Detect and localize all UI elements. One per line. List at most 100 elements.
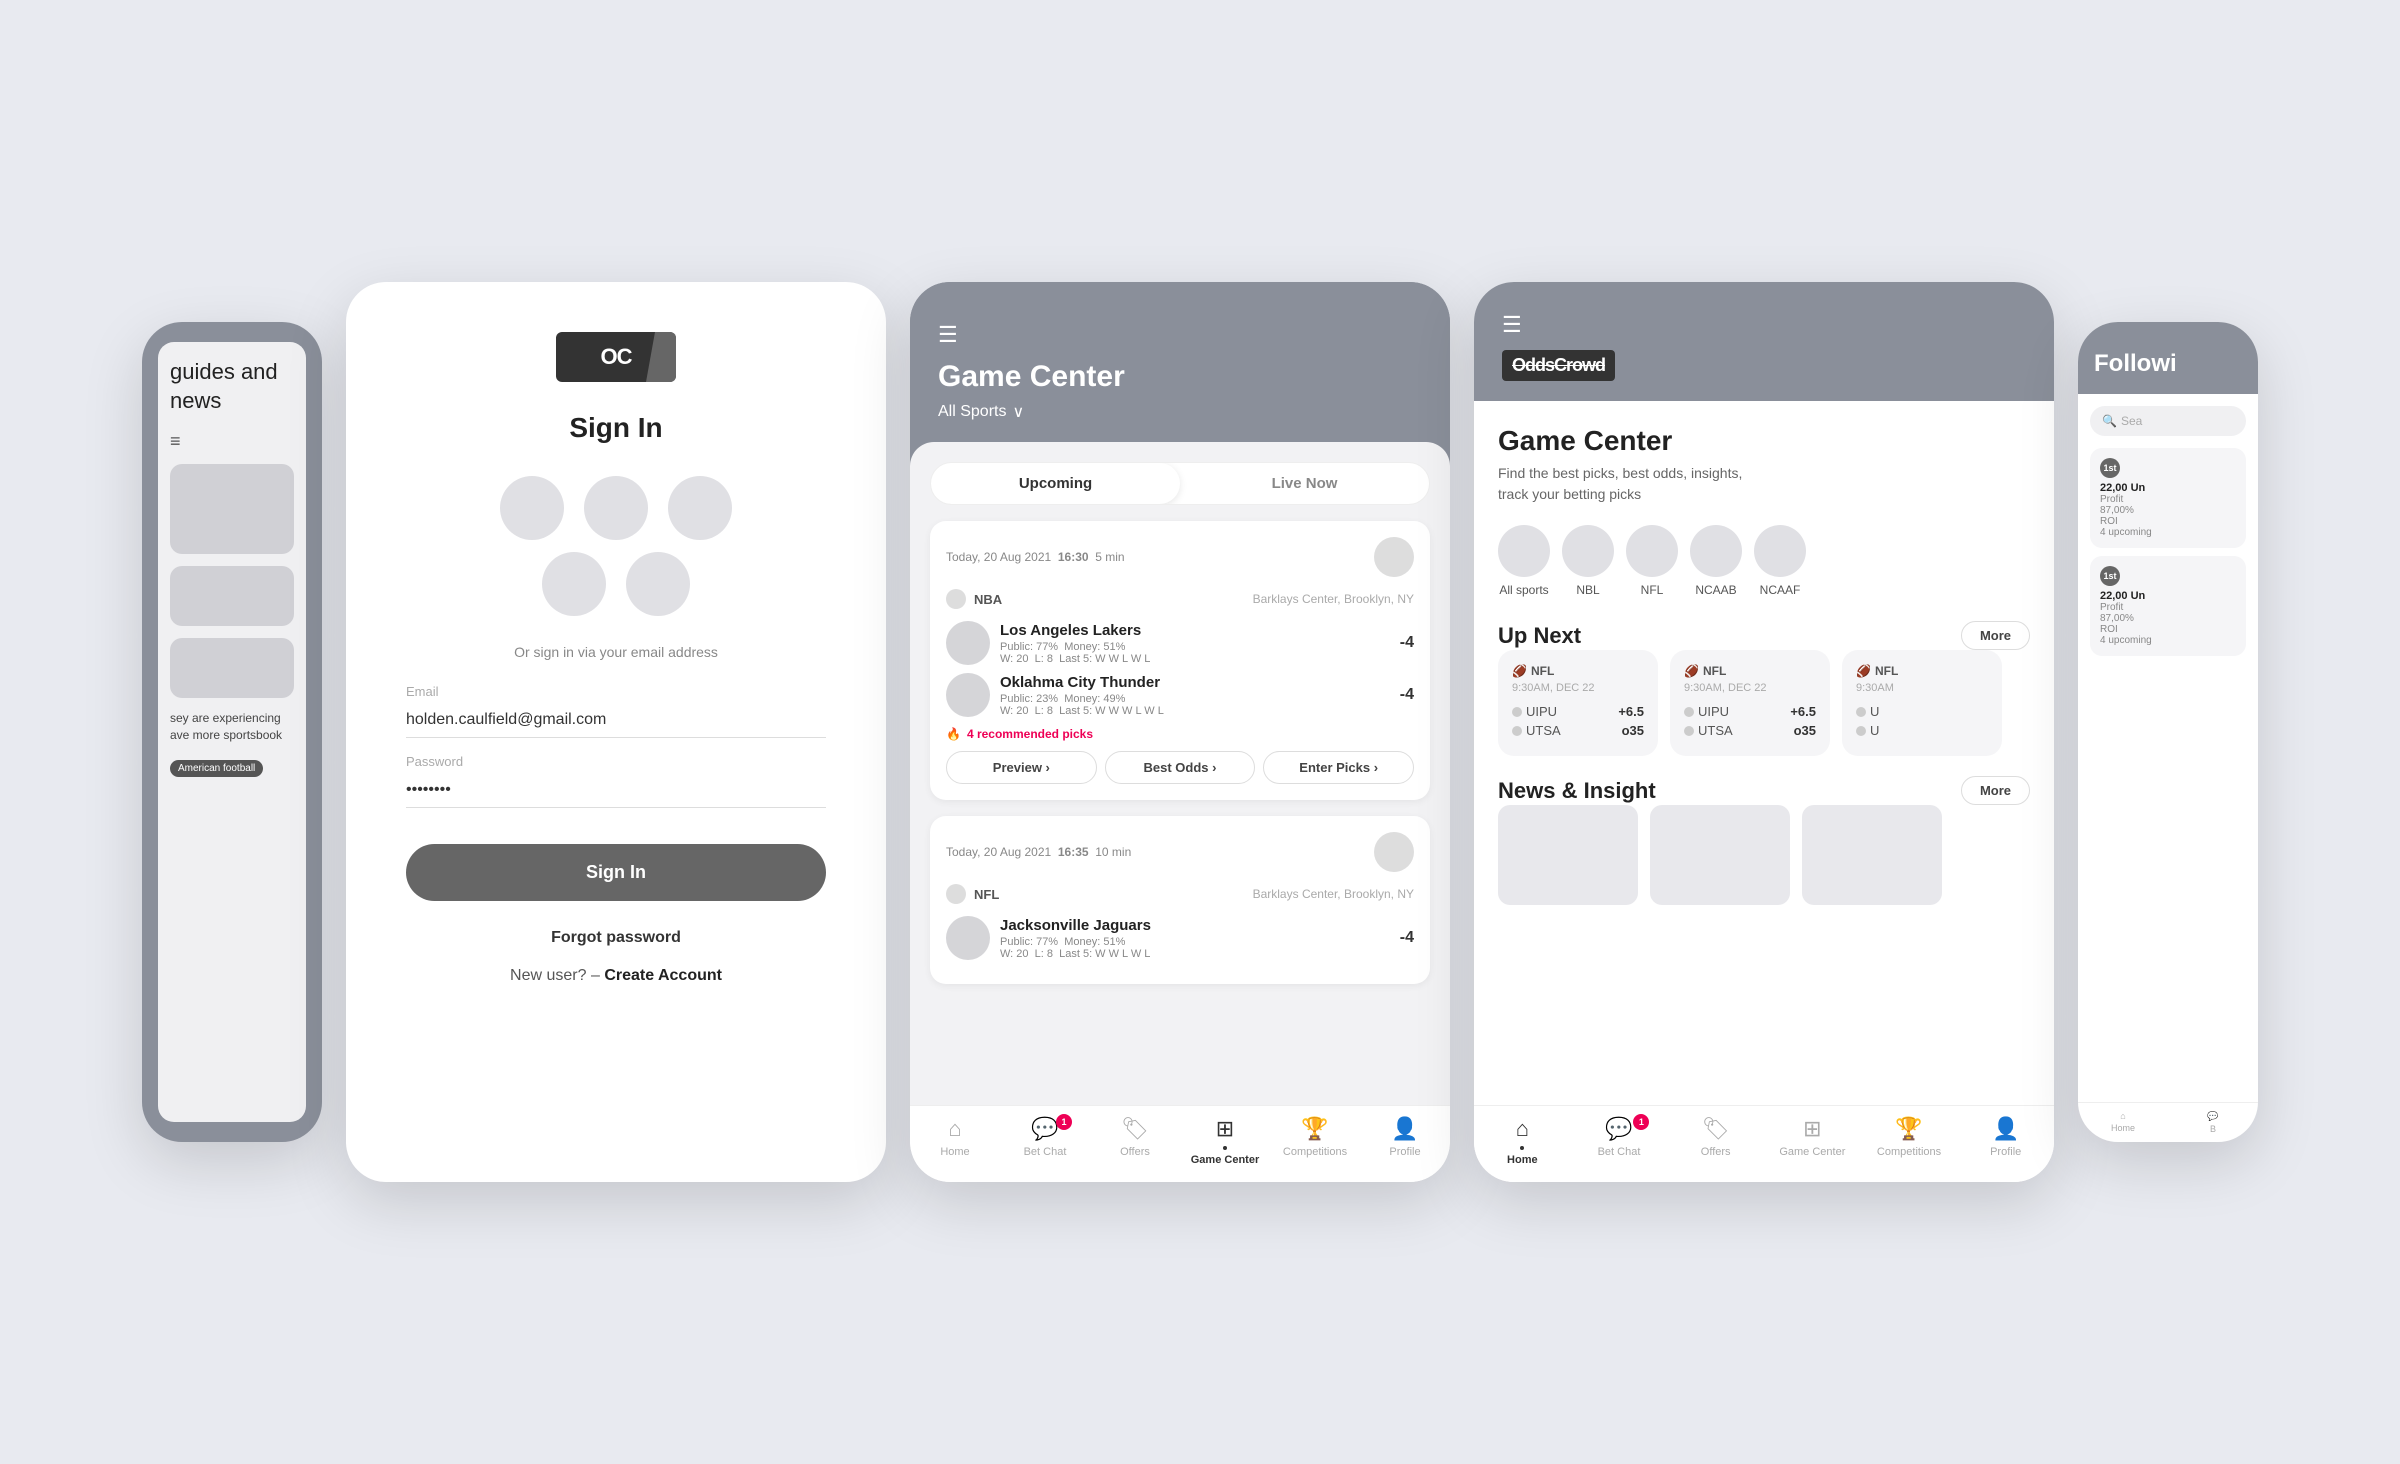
following-body: 🔍 Sea 1st 22,00 Un Profit 87,00% ROI 4 u… (2078, 394, 2258, 1102)
social-icon-2[interactable] (584, 476, 648, 540)
home-icon: ⌂ (948, 1116, 961, 1142)
fbn-bet-chat[interactable]: 💬 B (2168, 1111, 2258, 1134)
tab-live-now[interactable]: Live Now (1180, 463, 1429, 504)
fbn-home-label: Home (2111, 1123, 2135, 1133)
fc-profit-2: Profit (2100, 602, 2236, 613)
create-account-link[interactable]: Create Account (604, 967, 722, 984)
preview-btn[interactable]: Preview › (946, 751, 1097, 784)
gc-title: Game Center (938, 360, 1422, 394)
sport-ncaab[interactable]: NCAAB (1690, 525, 1742, 597)
team-3-info: Jacksonville Jaguars Public: 77% Money: … (1000, 917, 1390, 960)
un-pick-label-2a: UIPU (1684, 704, 1729, 719)
wide-nav-bet-chat-label: Bet Chat (1598, 1146, 1641, 1158)
team-2-odds: -4 (1400, 686, 1414, 704)
team-3-row: Jacksonville Jaguars Public: 77% Money: … (946, 916, 1414, 960)
nav-competitions-label: Competitions (1283, 1146, 1347, 1158)
forgot-password[interactable]: Forgot password (551, 929, 681, 947)
email-label: Email (406, 684, 826, 699)
screens-container: guides and news ≡ sey are experiencingav… (0, 0, 2400, 1464)
social-icon-1[interactable] (500, 476, 564, 540)
up-next-title: Up Next (1498, 623, 1581, 649)
team-1-logo (946, 621, 990, 665)
league-row-2: NFL Barklays Center, Brooklyn, NY (946, 884, 1414, 904)
fc-roi-1: 87,00% (2100, 505, 2236, 516)
team-3-odds: -4 (1400, 929, 1414, 947)
up-next-section: Up Next More 🏈 NFL 9:30AM, DEC 22 UIPU (1498, 621, 2030, 756)
nbl-label: NBL (1576, 583, 1599, 597)
sport-nfl[interactable]: NFL (1626, 525, 1678, 597)
wide-nav-bet-chat[interactable]: 💬 1 Bet Chat (1571, 1116, 1668, 1166)
news-insight-section: News & Insight More (1498, 776, 2030, 905)
fc-upcoming-2: 4 upcoming (2100, 635, 2236, 646)
sport-all[interactable]: All sports (1498, 525, 1550, 597)
un-league-3: 🏈 NFL (1856, 664, 1988, 678)
gc-wide-desc: Find the best picks, best odds, insights… (1498, 463, 2030, 505)
nav-competitions[interactable]: 🏆 Competitions (1270, 1116, 1360, 1166)
wide-nav-offers[interactable]: 🏷 Offers (1667, 1116, 1764, 1166)
up-next-header: Up Next More (1498, 621, 2030, 650)
filter-icon[interactable]: ≡ (170, 431, 294, 452)
game-card-1: Today, 20 Aug 2021 16:30 5 min NBA Barkl… (930, 521, 1430, 800)
nfl-badge-2: 🏈 (1684, 664, 1699, 678)
fc-roi-2: 87,00% (2100, 613, 2236, 624)
following-card-1: 1st 22,00 Un Profit 87,00% ROI 4 upcomin… (2090, 448, 2246, 548)
team-2-row: Oklahma City Thunder Public: 23% Money: … (946, 673, 1414, 717)
up-next-card-1: 🏈 NFL 9:30AM, DEC 22 UIPU +6.5 UTSA (1498, 650, 1658, 756)
league-row-1: NBA Barklays Center, Brooklyn, NY (946, 589, 1414, 609)
wide-nav-competitions[interactable]: 🏆 Competitions (1861, 1116, 1958, 1166)
signin-button[interactable]: Sign In (406, 844, 826, 901)
up-next-more-btn[interactable]: More (1961, 621, 2030, 650)
email-input[interactable] (406, 703, 826, 738)
password-label: Password (406, 754, 826, 769)
nav-bet-chat[interactable]: 💬 1 Bet Chat (1000, 1116, 1090, 1166)
news-insight-header: News & Insight More (1498, 776, 2030, 805)
team-1-row: Los Angeles Lakers Public: 77% Money: 51… (946, 621, 1414, 665)
wide-nav-profile[interactable]: 👤 Profile (1957, 1116, 2054, 1166)
fbn-bet-chat-label: B (2210, 1124, 2216, 1134)
news-card-2 (1650, 805, 1790, 905)
nav-profile-label: Profile (1389, 1146, 1420, 1158)
all-sports-label: All sports (1499, 583, 1548, 597)
fbn-home[interactable]: ⌂ Home (2078, 1111, 2168, 1134)
un-pick-label-1a: UIPU (1512, 704, 1557, 719)
nav-home[interactable]: ⌂ Home (910, 1116, 1000, 1166)
gc-menu-icon[interactable]: ☰ (938, 322, 1422, 348)
sport-nbl[interactable]: NBL (1562, 525, 1614, 597)
time-badge-2 (1374, 832, 1414, 872)
chat-icon: 💬 (1031, 1116, 1058, 1142)
profile-icon: 👤 (1391, 1116, 1418, 1142)
password-group: Password (406, 754, 826, 808)
chat-badge: 1 (1056, 1114, 1072, 1130)
social-icon-5[interactable] (626, 552, 690, 616)
news-more-btn[interactable]: More (1961, 776, 2030, 805)
password-input[interactable] (406, 773, 826, 808)
wide-nav-home[interactable]: ⌂ Home (1474, 1116, 1571, 1166)
fc-upcoming-1: 4 upcoming (2100, 527, 2236, 538)
picks-text: 4 recommended picks (967, 727, 1093, 741)
wide-nav-game-center[interactable]: ⊞ Game Center (1764, 1116, 1861, 1166)
un-pick-row-3b: U (1856, 723, 1988, 738)
best-odds-btn[interactable]: Best Odds › (1105, 751, 1256, 784)
wide-profile-icon: 👤 (1992, 1116, 2019, 1142)
un-time-1: 9:30AM, DEC 22 (1512, 682, 1644, 694)
sports-filter-label: All Sports (938, 403, 1006, 421)
league-badge-1 (946, 589, 966, 609)
un-pick-row-1b: UTSA o35 (1512, 723, 1644, 738)
social-icon-3[interactable] (668, 476, 732, 540)
gc-wide-menu-icon[interactable]: ☰ (1502, 312, 2026, 338)
tab-upcoming[interactable]: Upcoming (931, 463, 1180, 504)
enter-picks-btn[interactable]: Enter Picks › (1263, 751, 1414, 784)
game-card-2-header: Today, 20 Aug 2021 16:35 10 min (946, 832, 1414, 872)
nav-offers[interactable]: 🏷 Offers (1090, 1116, 1180, 1166)
following-search[interactable]: 🔍 Sea (2090, 406, 2246, 436)
wide-nav-offers-label: Offers (1701, 1146, 1731, 1158)
sport-ncaaf[interactable]: NCAAF (1754, 525, 1806, 597)
league-badge-2 (946, 884, 966, 904)
nav-game-center[interactable]: ⊞ Game Center (1180, 1116, 1270, 1166)
american-football-tag[interactable]: American football (170, 760, 263, 777)
fc-badge-1: 1st (2100, 458, 2120, 478)
social-icon-4[interactable] (542, 552, 606, 616)
wide-game-center-icon: ⊞ (1803, 1116, 1821, 1142)
nav-profile[interactable]: 👤 Profile (1360, 1116, 1450, 1166)
gc-sports-filter[interactable]: All Sports ∨ (938, 402, 1422, 422)
